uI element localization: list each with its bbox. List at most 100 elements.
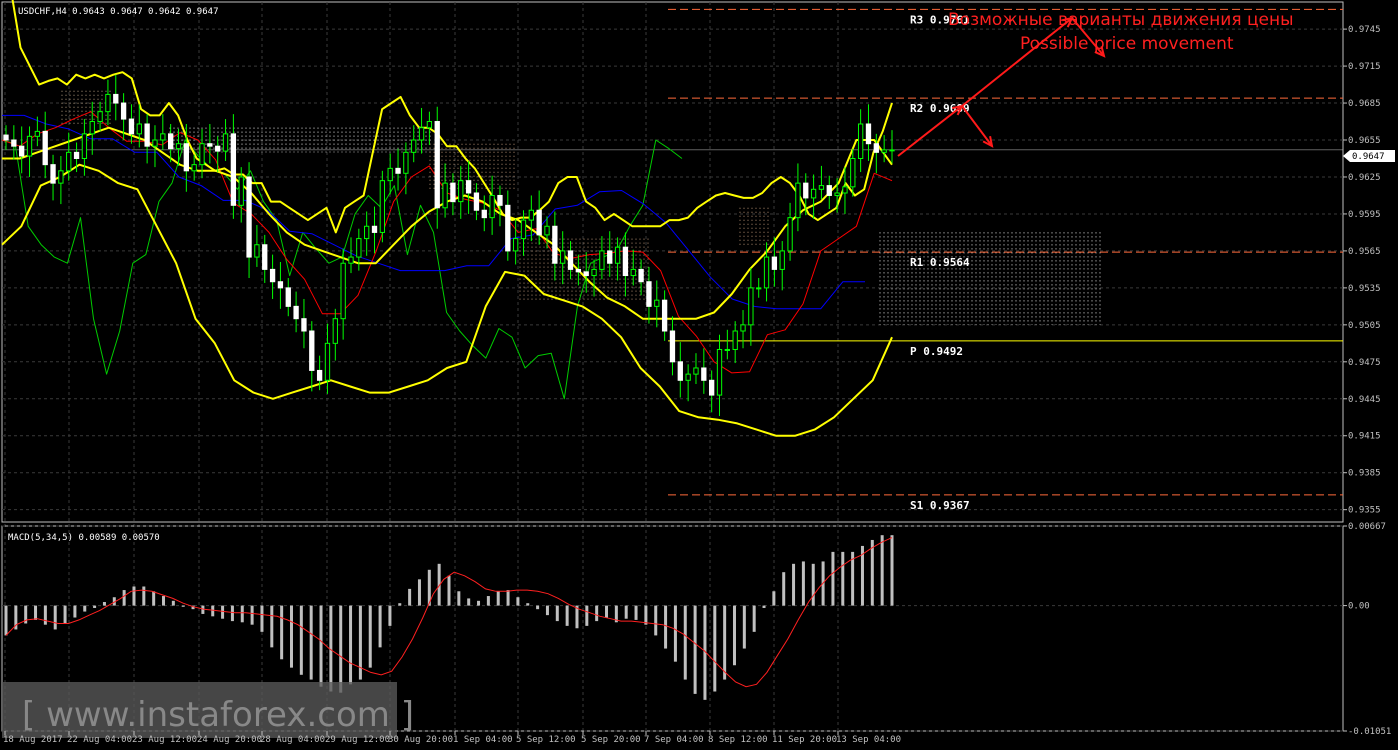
macd-bar bbox=[880, 535, 884, 606]
candle-body bbox=[379, 180, 386, 233]
macd-bar bbox=[792, 563, 796, 606]
candle-body bbox=[434, 121, 440, 209]
candle-body bbox=[763, 256, 770, 289]
candle-body bbox=[520, 219, 527, 240]
candle-body bbox=[120, 102, 127, 120]
time-tick-label: 23 Aug 12:00 bbox=[132, 735, 197, 745]
price-chart[interactable]: R3 0.9761R2 0.9689R1 0.9564P 0.9492S1 0.… bbox=[0, 0, 1398, 750]
macd-bar bbox=[152, 591, 156, 606]
time-tick-label: 5 Sep 20:00 bbox=[581, 735, 641, 745]
macd-bar bbox=[270, 605, 274, 648]
macd-bar bbox=[201, 605, 205, 614]
macd-bar bbox=[289, 605, 293, 668]
price-tick-label: 0.9745 bbox=[1348, 25, 1381, 35]
candle-body bbox=[160, 133, 166, 141]
candle-body bbox=[191, 164, 197, 172]
candle-body bbox=[732, 330, 738, 350]
macd-bar bbox=[536, 605, 540, 610]
macd-tick-label: 0.00 bbox=[1348, 602, 1370, 612]
candle-body bbox=[136, 123, 142, 135]
candle-body bbox=[26, 135, 33, 157]
pivot-label-s1: S1 0.9367 bbox=[910, 499, 970, 512]
macd-bar bbox=[83, 605, 87, 612]
macd-bar bbox=[683, 605, 687, 680]
macd-bar bbox=[181, 605, 185, 607]
annotation-english: Possible price movement bbox=[1020, 34, 1234, 54]
macd-bar bbox=[624, 605, 628, 619]
time-tick-label: 5 Sep 12:00 bbox=[516, 735, 576, 745]
macd-bar bbox=[762, 605, 766, 608]
macd-bar bbox=[211, 605, 215, 617]
macd-bar bbox=[831, 551, 835, 606]
candle-body bbox=[881, 149, 887, 153]
macd-bar bbox=[654, 605, 658, 636]
candle-body bbox=[787, 217, 793, 252]
candle-body bbox=[583, 271, 589, 277]
candle-body bbox=[889, 149, 895, 152]
candle-body bbox=[89, 121, 95, 135]
macd-bar bbox=[34, 605, 38, 620]
candle-body bbox=[426, 121, 433, 129]
macd-bar bbox=[162, 596, 166, 606]
price-tick-label: 0.9415 bbox=[1348, 432, 1381, 442]
macd-bar bbox=[378, 605, 382, 648]
macd-bar bbox=[260, 605, 264, 632]
candle-body bbox=[34, 130, 41, 137]
price-tick-label: 0.9595 bbox=[1348, 210, 1381, 220]
candle-body bbox=[614, 246, 621, 264]
candle-body bbox=[246, 176, 252, 258]
watermark-text: [ www.instaforex.com ] bbox=[22, 695, 414, 735]
macd-bar bbox=[388, 605, 392, 626]
macd-bar bbox=[477, 600, 481, 606]
macd-tick-label: -0.01051 bbox=[1348, 727, 1391, 737]
macd-bar bbox=[673, 605, 677, 662]
candle-body bbox=[262, 244, 268, 270]
candle-body bbox=[591, 268, 597, 277]
candle-body bbox=[395, 167, 401, 174]
candle-body bbox=[756, 287, 762, 290]
candle-body bbox=[826, 185, 832, 196]
candle-body bbox=[269, 268, 276, 283]
candle-body bbox=[795, 182, 801, 219]
candle-body bbox=[81, 133, 88, 159]
current-price-label: 0.9647 bbox=[1352, 152, 1385, 162]
candle-body bbox=[803, 182, 809, 199]
candle-body bbox=[19, 145, 25, 157]
candle-body bbox=[371, 225, 378, 233]
candle-body bbox=[58, 170, 64, 184]
macd-bar bbox=[585, 605, 589, 626]
annotation-russian: Возможные варианты движения цены bbox=[948, 10, 1294, 30]
macd-bar bbox=[555, 605, 559, 622]
macd-bar bbox=[496, 591, 500, 606]
candle-body bbox=[528, 209, 534, 221]
macd-bar bbox=[693, 605, 697, 694]
candle-body bbox=[512, 238, 519, 252]
macd-bar bbox=[457, 591, 461, 606]
candle-body bbox=[818, 185, 825, 190]
candle-body bbox=[497, 194, 503, 206]
macd-bar bbox=[447, 575, 451, 606]
macd-bar bbox=[526, 603, 530, 606]
macd-bar bbox=[467, 598, 471, 606]
candle-body bbox=[316, 369, 323, 381]
price-tick-label: 0.9715 bbox=[1348, 62, 1381, 72]
candle-body bbox=[638, 268, 644, 283]
macd-bar bbox=[230, 605, 234, 622]
macd-bar bbox=[73, 605, 77, 618]
candle-body bbox=[481, 209, 487, 219]
macd-bar bbox=[713, 605, 717, 692]
candle-body bbox=[215, 145, 221, 152]
price-tick-label: 0.9685 bbox=[1348, 99, 1381, 109]
price-tick-label: 0.9535 bbox=[1348, 284, 1381, 294]
macd-bar bbox=[664, 605, 668, 649]
candle-body bbox=[97, 111, 103, 123]
price-tick-label: 0.9475 bbox=[1348, 358, 1381, 368]
macd-bar bbox=[4, 605, 8, 636]
candle-body bbox=[50, 164, 56, 184]
candle-body bbox=[622, 246, 629, 277]
time-tick-label: 30 Aug 20:00 bbox=[388, 735, 453, 745]
price-tick-label: 0.9655 bbox=[1348, 136, 1381, 146]
price-tick-label: 0.9625 bbox=[1348, 173, 1381, 183]
candle-body bbox=[450, 182, 456, 203]
time-tick-label: 18 Aug 2017 bbox=[3, 735, 63, 745]
